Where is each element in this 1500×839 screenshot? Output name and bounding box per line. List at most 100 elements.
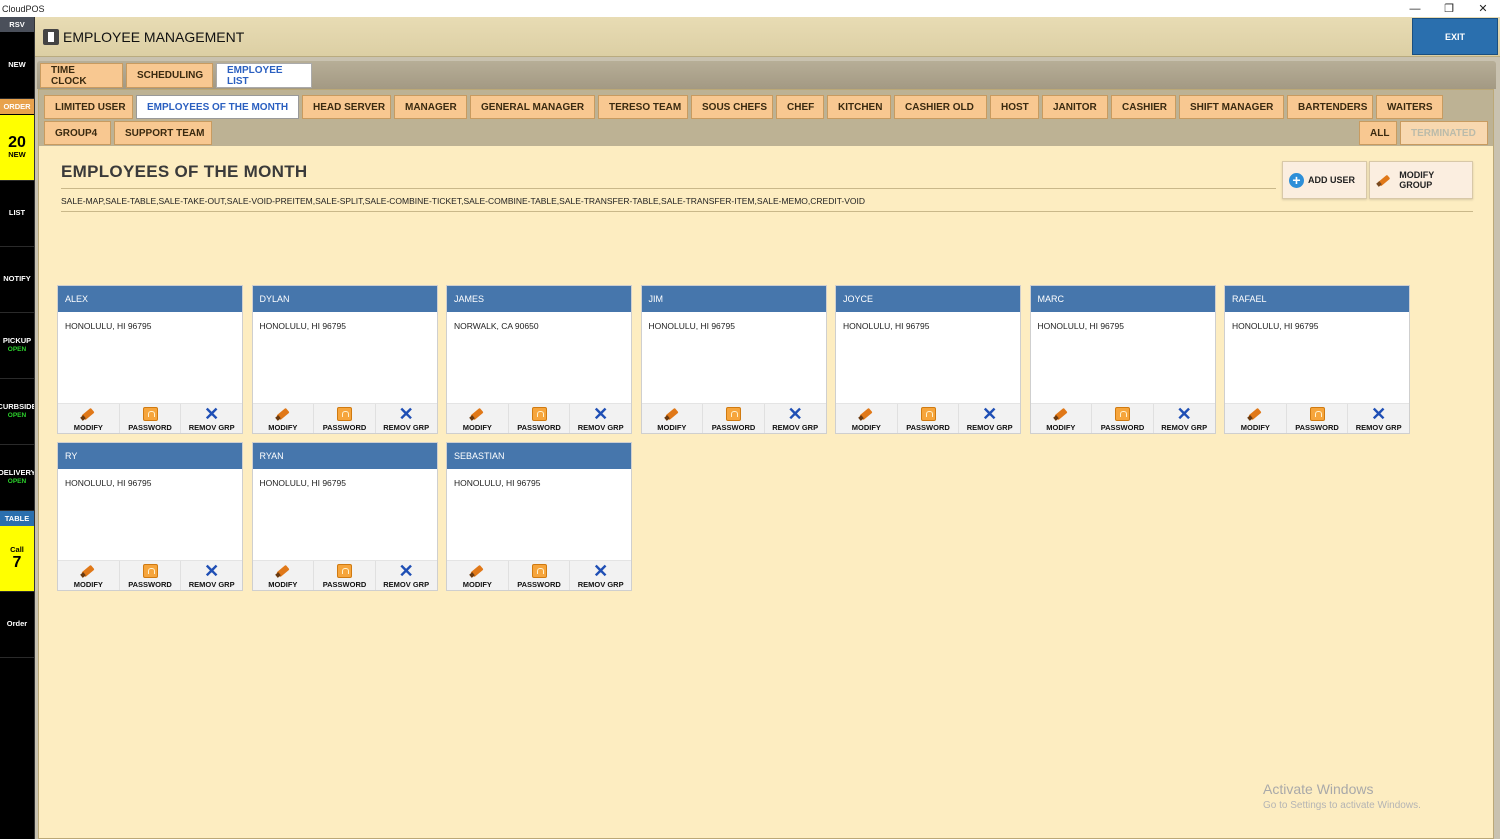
employee-card[interactable]: ALEX HONOLULU, HI 96795 MODIFY PASSWORD ✕ REM… <box>57 285 243 434</box>
remove-from-group-button[interactable]: ✕ REMOV GRP <box>181 561 243 590</box>
password-label: PASSWORD <box>517 423 561 432</box>
password-button[interactable]: PASSWORD <box>1286 404 1349 433</box>
password-button[interactable]: PASSWORD <box>703 404 765 433</box>
tab-scheduling[interactable]: SCHEDULING <box>126 63 213 88</box>
modify-label: MODIFY <box>268 423 298 432</box>
sidebar-new-label: NEW <box>8 59 26 69</box>
exit-button[interactable]: EXIT <box>1412 18 1498 55</box>
employee-card[interactable]: DYLAN HONOLULU, HI 96795 MODIFY PASSWORD ✕ RE… <box>251 285 438 434</box>
modify-employee-button[interactable]: MODIFY <box>447 404 509 433</box>
employee-card[interactable]: RY HONOLULU, HI 96795 MODIFY PASSWORD ✕ REMOV… <box>57 442 243 591</box>
group-tab-sous-chefs[interactable]: SOUS CHEFS <box>691 95 773 119</box>
filter-tab-all[interactable]: ALL <box>1359 121 1397 145</box>
remove-from-group-button[interactable]: ✕ REMOV GRP <box>375 404 437 433</box>
group-tab-employees-of-the-month[interactable]: EMPLOYEES OF THE MONTH <box>136 95 299 119</box>
group-permissions: SALE-MAP,SALE-TABLE,SALE-TAKE-OUT,SALE-V… <box>61 196 866 206</box>
tab-employee-list[interactable]: EMPLOYEE LIST <box>216 63 312 88</box>
modify-employee-button[interactable]: MODIFY <box>1030 404 1093 433</box>
employee-address: HONOLULU, HI 96795 <box>259 321 346 331</box>
pencil-icon <box>470 564 484 578</box>
remove-from-group-button[interactable]: ✕ REMOV GRP <box>375 561 437 590</box>
modify-label: MODIFY <box>1046 423 1076 432</box>
group-tab-host[interactable]: HOST <box>990 95 1039 119</box>
minimize-icon[interactable]: — <box>1398 0 1432 17</box>
modify-label: MODIFY <box>268 580 298 589</box>
group-tab-chef[interactable]: CHEF <box>776 95 824 119</box>
remove-x-icon: ✕ <box>593 404 609 424</box>
modify-label: MODIFY <box>462 423 492 432</box>
remove-from-group-button[interactable]: ✕ REMOV GRP <box>181 404 243 433</box>
employee-card[interactable]: SEBASTIAN HONOLULU, HI 96795 MODIFY PASSWOR… <box>446 442 632 591</box>
sidebar-call-button[interactable]: Call 7 <box>0 526 34 592</box>
sidebar-notify-button[interactable]: NOTIFY <box>0 247 34 313</box>
remove-group-label: REMOV GRP <box>188 423 235 432</box>
employee-card[interactable]: JAMES NORWALK, CA 90650 MODIFY PASSWORD ✕ REM… <box>446 285 632 434</box>
modify-employee-button[interactable]: MODIFY <box>58 404 120 433</box>
sidebar-list-button[interactable]: LIST <box>0 181 34 247</box>
group-tab-manager[interactable]: MANAGER <box>394 95 467 119</box>
sidebar-curbside-button[interactable]: CURBSIDE OPEN <box>0 379 34 445</box>
sidebar-order-header: ORDER <box>0 99 34 114</box>
sidebar-pickup-button[interactable]: PICKUP OPEN <box>0 313 34 379</box>
lock-icon <box>337 564 352 578</box>
group-tab-cashier-old[interactable]: CASHIER OLD <box>894 95 987 119</box>
modify-label: MODIFY <box>462 580 492 589</box>
group-tab-general-manager[interactable]: GENERAL MANAGER <box>470 95 595 119</box>
group-tab-shift-manager[interactable]: SHIFT MANAGER <box>1179 95 1284 119</box>
remove-x-icon: ✕ <box>398 404 414 424</box>
sidebar-delivery-button[interactable]: DELIVERY OPEN <box>0 445 34 511</box>
modify-employee-button[interactable]: MODIFY <box>252 404 315 433</box>
modify-employee-button[interactable]: MODIFY <box>1225 404 1287 433</box>
group-tab-tereso-team[interactable]: TERESO TEAM <box>598 95 688 119</box>
modify-group-button[interactable]: MODIFY GROUP <box>1369 161 1473 199</box>
password-button[interactable]: PASSWORD <box>314 404 376 433</box>
password-label: PASSWORD <box>322 423 367 432</box>
sidebar-order-button[interactable]: Order <box>0 592 34 658</box>
group-tab-limited-user[interactable]: LIMITED USER <box>44 95 133 119</box>
group-tab-kitchen[interactable]: KITCHEN <box>827 95 891 119</box>
employee-name: RYAN <box>252 443 437 469</box>
employee-address: HONOLULU, HI 96795 <box>1232 321 1319 331</box>
group-tab-head-server[interactable]: HEAD SERVER <box>302 95 391 119</box>
tab-time-clock[interactable]: TIME CLOCK <box>40 63 123 88</box>
employee-card[interactable]: RYAN HONOLULU, HI 96795 MODIFY PASSWORD ✕ REM… <box>251 442 438 591</box>
maximize-icon[interactable]: ❐ <box>1432 0 1466 17</box>
password-button[interactable]: PASSWORD <box>119 404 182 433</box>
modify-employee-button[interactable]: MODIFY <box>641 404 704 433</box>
filter-tab-terminated[interactable]: TERMINATED <box>1400 121 1488 145</box>
employee-card[interactable]: MARC HONOLULU, HI 96795 MODIFY PASSWORD ✕ REM… <box>1029 285 1216 434</box>
group-tab-cashier[interactable]: CASHIER <box>1111 95 1176 119</box>
sidebar-new-orders-button[interactable]: 20 NEW <box>0 115 34 181</box>
employee-card[interactable]: RAFAEL HONOLULU, HI 96795 MODIFY PASSWORD ✕ R… <box>1224 285 1410 434</box>
remove-from-group-button[interactable]: ✕ REMOV GRP <box>570 404 632 433</box>
add-user-button[interactable]: + ADD USER <box>1282 161 1367 199</box>
password-button[interactable]: PASSWORD <box>314 561 376 590</box>
group-tab-group4[interactable]: GROUP4 <box>44 121 111 145</box>
remove-from-group-button[interactable]: ✕ REMOV GRP <box>1153 404 1215 433</box>
modify-employee-button[interactable]: MODIFY <box>447 561 509 590</box>
modify-employee-button[interactable]: MODIFY <box>58 561 120 590</box>
remove-from-group-button[interactable]: ✕ REMOV GRP <box>959 404 1021 433</box>
employee-card[interactable]: JIM HONOLULU, HI 96795 MODIFY PASSWORD ✕ REMO… <box>640 285 827 434</box>
password-button[interactable]: PASSWORD <box>508 561 571 590</box>
group-tab-janitor[interactable]: JANITOR <box>1042 95 1108 119</box>
group-tab-bartenders[interactable]: BARTENDERS <box>1287 95 1373 119</box>
sidebar-new-reservation-button[interactable]: NEW <box>0 32 34 99</box>
password-button[interactable]: PASSWORD <box>508 404 571 433</box>
group-tab-support-team[interactable]: SUPPORT TEAM <box>114 121 212 145</box>
remove-from-group-button[interactable]: ✕ REMOV GRP <box>570 561 632 590</box>
close-icon[interactable]: ✕ <box>1466 0 1500 17</box>
modify-employee-button[interactable]: MODIFY <box>252 561 315 590</box>
password-button[interactable]: PASSWORD <box>1092 404 1154 433</box>
modify-employee-button[interactable]: MODIFY <box>836 404 898 433</box>
remove-x-icon: ✕ <box>982 404 998 424</box>
remove-from-group-button[interactable]: ✕ REMOV GRP <box>764 404 826 433</box>
employee-address: HONOLULU, HI 96795 <box>1037 321 1124 331</box>
employee-card-actions: MODIFY PASSWORD ✕ REMOV GRP <box>447 560 632 590</box>
password-button[interactable]: PASSWORD <box>119 561 182 590</box>
group-tab-waiters[interactable]: WAITERS <box>1376 95 1443 119</box>
remove-from-group-button[interactable]: ✕ REMOV GRP <box>1348 404 1410 433</box>
password-button[interactable]: PASSWORD <box>897 404 960 433</box>
remove-x-icon: ✕ <box>204 561 220 581</box>
employee-card[interactable]: JOYCE HONOLULU, HI 96795 MODIFY PASSWORD ✕ RE… <box>835 285 1021 434</box>
